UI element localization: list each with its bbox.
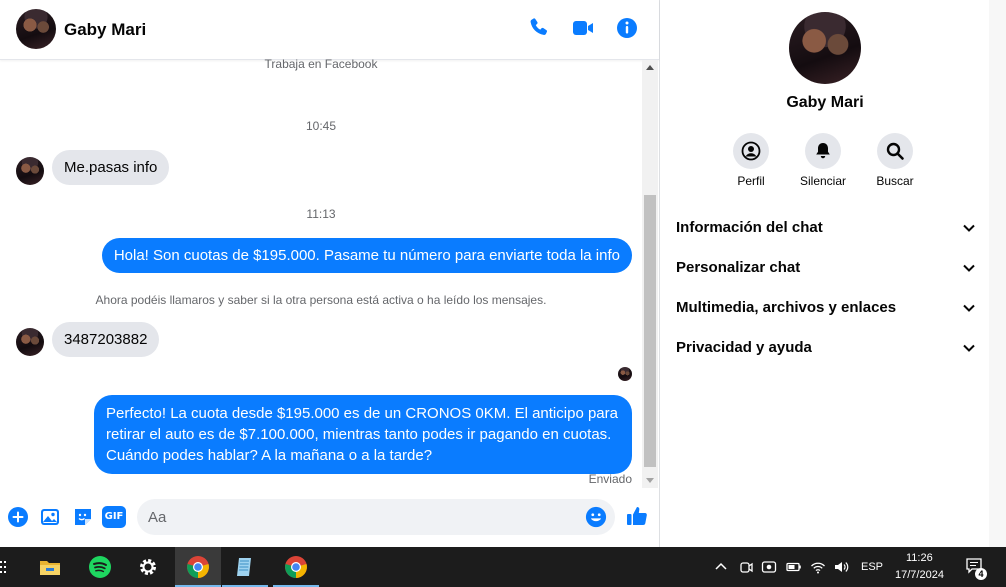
chrome-icon [187,556,209,578]
outgoing-message[interactable]: Perfecto! La cuota desde $195.000 es de … [94,395,632,474]
sender-avatar[interactable] [16,157,44,185]
battery-icon[interactable] [786,559,802,575]
timestamp: 11:13 [306,207,336,221]
chevron-down-icon [963,224,975,232]
mute-button[interactable]: Silenciar [793,133,853,188]
profile-button[interactable]: Perfil [721,133,781,188]
volume-icon[interactable] [833,559,849,575]
profile-icon [741,141,761,161]
chevron-down-icon [963,344,975,352]
contact-name[interactable]: Gaby Mari [64,20,146,40]
sticker-icon[interactable] [71,505,95,529]
screen-capture-icon[interactable] [761,559,777,575]
taskbar-file-explorer[interactable] [27,547,73,587]
clock-time[interactable]: 11:26 [906,552,933,564]
search-button[interactable]: Buscar [865,133,925,188]
chat-header: Gaby Mari [0,0,659,60]
profile-name: Gaby Mari [786,94,864,111]
panel-scrollbar[interactable] [989,0,1006,547]
contact-avatar[interactable] [16,9,56,49]
section-title: Personalizar chat [676,259,801,276]
bell-icon [816,143,830,159]
search-icon [886,142,904,160]
info-icon[interactable] [615,16,639,40]
chrome-icon [285,556,307,578]
mute-button-label: Silenciar [799,174,847,188]
sent-status: Enviado [588,472,632,486]
profile-button-label: Perfil [737,174,765,188]
section-privacy-help[interactable]: Privacidad y ayuda [676,328,976,368]
wifi-icon[interactable] [810,559,826,575]
sender-avatar[interactable] [16,328,44,356]
meet-now-icon[interactable] [738,559,754,575]
section-chat-info[interactable]: Información del chat [676,208,976,248]
gif-icon[interactable]: GIF [102,506,126,528]
system-notice: Ahora podéis llamaros y saber si la otra… [95,293,547,307]
taskbar-chrome[interactable] [273,547,319,587]
incoming-message[interactable]: 3487203882 [52,322,160,357]
scroll-up-arrow[interactable] [646,65,654,70]
clock-date[interactable]: 17/7/2024 [895,569,944,581]
notepad-icon [237,558,251,576]
image-icon[interactable] [38,505,62,529]
message-list[interactable]: Trabaja en Facebook 10:45 Me.pasas info … [0,57,642,490]
section-title: Privacidad y ayuda [676,339,812,356]
taskbar-spotify[interactable] [77,547,123,587]
language-indicator[interactable]: ESP [861,561,883,573]
section-customize-chat[interactable]: Personalizar chat [676,248,976,288]
message-input-box[interactable] [137,499,615,535]
timestamp: 10:45 [305,119,337,133]
section-media-files-links[interactable]: Multimedia, archivos y enlaces [676,288,976,328]
taskbar-settings[interactable] [125,547,171,587]
message-input[interactable] [148,507,578,527]
composer: GIF [0,490,659,547]
taskbar-notepad[interactable] [222,547,268,587]
scroll-thumb[interactable] [644,195,656,467]
video-icon[interactable] [571,16,595,40]
notification-count-badge: 4 [975,568,987,580]
section-title: Información del chat [676,219,823,236]
chevron-down-icon [963,264,975,272]
chevron-down-icon [963,304,975,312]
work-label: Trabaja en Facebook [264,57,378,71]
scroll-down-arrow[interactable] [646,478,654,483]
chevron-up-icon[interactable] [713,559,729,575]
outgoing-message[interactable]: Hola! Son cuotas de $195.000. Pasame tu … [101,238,632,273]
profile-avatar[interactable] [789,12,861,84]
like-icon[interactable] [625,504,649,528]
plus-icon[interactable] [6,505,30,529]
incoming-message[interactable]: Me.pasas info [52,150,170,185]
app-root: Gaby Mari Trabaja en Facebook 10:45 Me.p… [0,0,1006,587]
chat-info-panel: Gaby Mari Perfil Silenciar Buscar Inform… [660,0,1006,547]
windows-taskbar: ESP 11:26 17/7/2024 4 [0,547,1006,587]
seen-avatar [618,367,632,381]
spotify-icon [89,556,111,578]
file-explorer-icon [40,561,60,575]
task-view-icon[interactable] [0,560,8,574]
taskbar-chrome-active[interactable] [175,547,221,587]
section-title: Multimedia, archivos y enlaces [676,299,897,316]
settings-icon [140,559,156,575]
phone-icon[interactable] [527,16,551,40]
search-button-label: Buscar [876,174,914,188]
emoji-icon[interactable] [585,506,607,528]
chat-window: Gaby Mari Trabaja en Facebook 10:45 Me.p… [0,0,660,547]
message-scrollbar[interactable] [642,60,658,488]
